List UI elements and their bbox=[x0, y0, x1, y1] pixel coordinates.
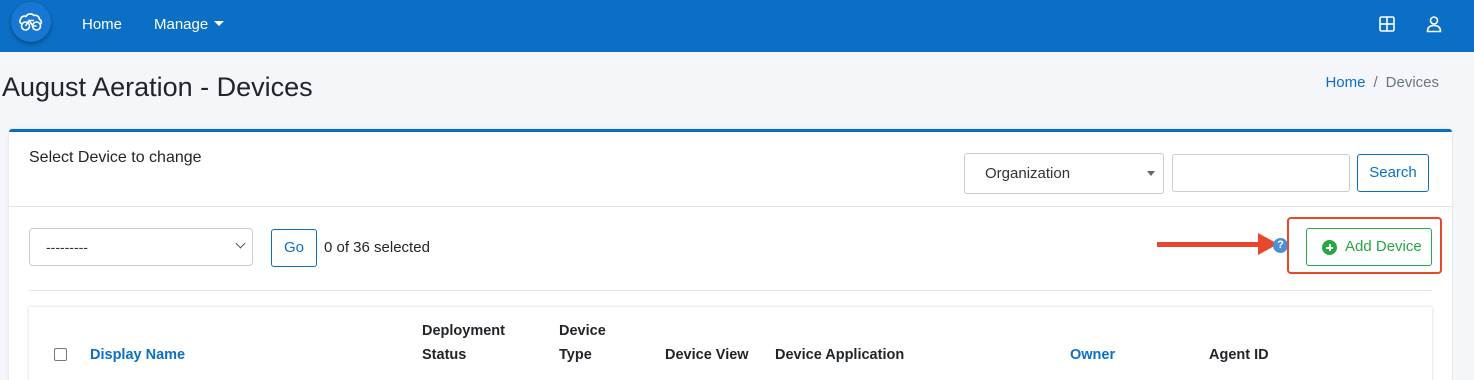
nav-manage-label: Manage bbox=[154, 16, 209, 33]
devices-table: Display Name Deployment Status Device Ty… bbox=[29, 307, 1432, 380]
column-header-deployment-status: Deployment Status bbox=[422, 319, 505, 367]
go-button[interactable]: Go bbox=[271, 229, 317, 267]
caret-down-icon bbox=[1147, 171, 1155, 176]
bicycle-cloud-icon bbox=[19, 13, 43, 31]
column-header-device-application: Device Application bbox=[775, 347, 905, 363]
actions-divider bbox=[29, 290, 1432, 291]
card-title: Select Device to change bbox=[29, 149, 202, 166]
selection-counter: 0 of 36 selected bbox=[324, 239, 430, 256]
bulk-action-value: --------- bbox=[46, 239, 88, 255]
column-header-device-view: Device View bbox=[665, 347, 749, 363]
top-navbar: Home Manage bbox=[0, 0, 1474, 52]
annotation-arrow-shaft bbox=[1157, 242, 1261, 247]
nav-home-link[interactable]: Home bbox=[82, 15, 122, 35]
caret-down-icon bbox=[214, 21, 225, 26]
breadcrumb-separator: / bbox=[1373, 74, 1378, 91]
organization-select-value: Organization bbox=[985, 165, 1071, 182]
page-title: August Aeration - Devices bbox=[2, 72, 313, 102]
column-header-line: Type bbox=[559, 347, 592, 363]
search-input[interactable] bbox=[1172, 154, 1350, 192]
add-device-button[interactable]: Add Device bbox=[1306, 228, 1432, 266]
column-header-owner[interactable]: Owner bbox=[1070, 343, 1115, 367]
chevron-down-icon bbox=[235, 238, 246, 249]
grid-icon[interactable] bbox=[1377, 14, 1397, 34]
card-header-divider bbox=[9, 206, 1452, 207]
nav-manage-dropdown[interactable]: Manage bbox=[154, 15, 225, 35]
help-icon[interactable]: ? bbox=[1273, 238, 1288, 253]
breadcrumb: Home / Devices bbox=[1325, 73, 1439, 93]
breadcrumb-current: Devices bbox=[1385, 74, 1439, 91]
bulk-action-select[interactable]: --------- bbox=[29, 228, 253, 266]
search-button[interactable]: Search bbox=[1357, 154, 1429, 192]
breadcrumb-home-link[interactable]: Home bbox=[1325, 74, 1365, 91]
user-icon[interactable] bbox=[1424, 14, 1444, 34]
organization-filter-select[interactable]: Organization bbox=[964, 153, 1164, 194]
column-header-agent-id: Agent ID bbox=[1209, 347, 1269, 363]
plus-circle-icon bbox=[1322, 240, 1337, 255]
column-header-line: Device bbox=[559, 323, 606, 339]
column-header-line: Status bbox=[422, 347, 467, 363]
app-logo[interactable] bbox=[11, 2, 51, 42]
select-all-checkbox[interactable] bbox=[54, 348, 67, 361]
column-header-device-type: Device Type bbox=[559, 319, 606, 367]
add-device-label: Add Device bbox=[1345, 238, 1422, 255]
device-list-card: Select Device to change Organization Sea… bbox=[9, 129, 1452, 380]
column-header-line: Deployment bbox=[422, 323, 505, 339]
column-header-display-name[interactable]: Display Name bbox=[90, 343, 185, 367]
